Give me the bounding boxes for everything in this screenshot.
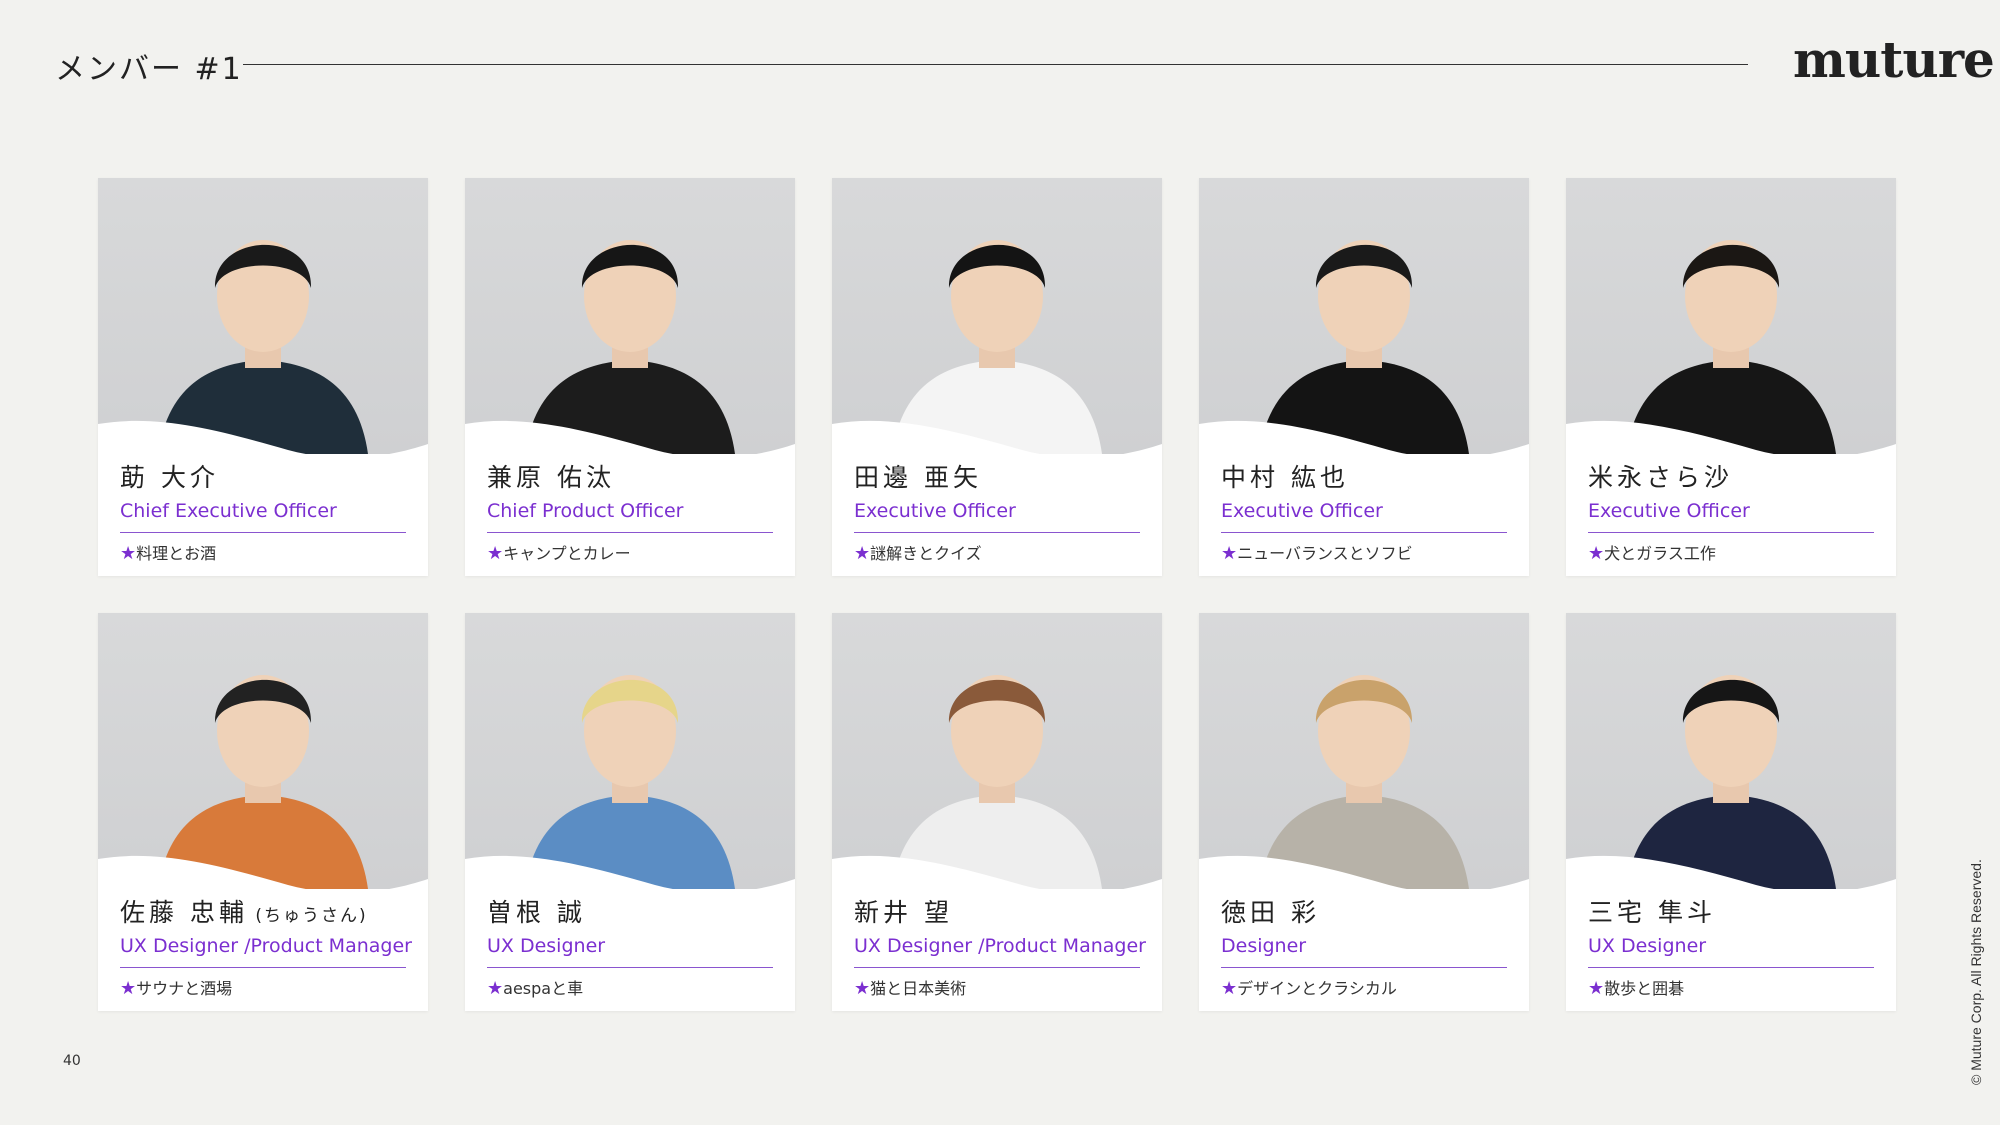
role-divider xyxy=(487,532,773,533)
member-hobby: ★デザインとクラシカル xyxy=(1221,975,1397,999)
member-name-text: 兼原 佑汰 xyxy=(487,463,615,492)
member-role: Executive Officer xyxy=(854,500,1016,522)
member-name-text: 田邊 亜矢 xyxy=(854,463,982,492)
member-role: Chief Executive Officer xyxy=(120,500,337,522)
member-name-text: 莇 大介 xyxy=(120,463,219,492)
header-divider xyxy=(243,64,1748,65)
member-role: Executive Officer xyxy=(1221,500,1383,522)
role-divider xyxy=(120,967,406,968)
member-hobby-text: 料理とお酒 xyxy=(136,544,217,563)
member-name: 新井 望 xyxy=(854,893,953,929)
member-photo xyxy=(832,613,1162,889)
member-photo xyxy=(465,613,795,889)
star-icon: ★ xyxy=(854,978,871,999)
member-hobby: ★料理とお酒 xyxy=(120,540,216,564)
member-photo xyxy=(98,178,428,454)
member-name: 田邊 亜矢 xyxy=(854,458,982,494)
member-photo xyxy=(1199,613,1529,889)
star-icon: ★ xyxy=(120,978,137,999)
member-photo xyxy=(1566,613,1896,889)
member-card: 曽根 誠 UX Designer ★aespaと車 xyxy=(465,613,795,1011)
star-icon: ★ xyxy=(854,543,871,564)
star-icon: ★ xyxy=(1221,978,1238,999)
member-role: UX Designer /Product Manager xyxy=(854,935,1146,957)
role-divider xyxy=(854,967,1140,968)
member-hobby-text: デザインとクラシカル xyxy=(1237,979,1397,998)
member-name-text: 徳田 彩 xyxy=(1221,898,1320,927)
member-hobby: ★犬とガラス工作 xyxy=(1588,540,1716,564)
member-card: 三宅 隼斗 UX Designer ★散歩と囲碁 xyxy=(1566,613,1896,1011)
role-divider xyxy=(854,532,1140,533)
member-nickname: (ちゅうさん) xyxy=(247,906,368,926)
member-name-text: 曽根 誠 xyxy=(487,898,586,927)
star-icon: ★ xyxy=(1588,543,1605,564)
member-hobby: ★aespaと車 xyxy=(487,975,583,999)
member-photo xyxy=(1199,178,1529,454)
member-name: 曽根 誠 xyxy=(487,893,586,929)
member-hobby-text: aespaと車 xyxy=(503,979,584,998)
member-hobby-text: 散歩と囲碁 xyxy=(1604,979,1685,998)
member-name: 中村 紘也 xyxy=(1221,458,1349,494)
member-photo xyxy=(98,613,428,889)
member-name-text: 三宅 隼斗 xyxy=(1588,898,1716,927)
role-divider xyxy=(1221,532,1507,533)
copyright-notice: © Muture Corp. All Rights Reserved. xyxy=(1968,859,1984,1085)
member-photo xyxy=(465,178,795,454)
member-card: 米永さら沙 Executive Officer ★犬とガラス工作 xyxy=(1566,178,1896,576)
page-number: 40 xyxy=(63,1053,81,1069)
page-title: メンバー #1 xyxy=(55,52,243,87)
member-hobby-text: 謎解きとクイズ xyxy=(870,544,982,563)
member-hobby-text: キャンプとカレー xyxy=(503,544,631,563)
member-card: 徳田 彩 Designer ★デザインとクラシカル xyxy=(1199,613,1529,1011)
member-name: 三宅 隼斗 xyxy=(1588,893,1716,929)
member-name: 徳田 彩 xyxy=(1221,893,1320,929)
member-card: 田邊 亜矢 Executive Officer ★謎解きとクイズ xyxy=(832,178,1162,576)
member-role: Designer xyxy=(1221,935,1307,957)
member-hobby-text: ニューバランスとソフビ xyxy=(1237,544,1413,563)
role-divider xyxy=(120,532,406,533)
member-name-text: 中村 紘也 xyxy=(1221,463,1349,492)
star-icon: ★ xyxy=(487,543,504,564)
member-card: 莇 大介 Chief Executive Officer ★料理とお酒 xyxy=(98,178,428,576)
member-name: 莇 大介 xyxy=(120,458,219,494)
member-hobby: ★ニューバランスとソフビ xyxy=(1221,540,1413,564)
member-name: 米永さら沙 xyxy=(1588,458,1733,494)
star-icon: ★ xyxy=(487,978,504,999)
role-divider xyxy=(1588,967,1874,968)
member-role: UX Designer /Product Manager xyxy=(120,935,412,957)
member-card: 兼原 佑汰 Chief Product Officer ★キャンプとカレー xyxy=(465,178,795,576)
member-name-text: 米永さら沙 xyxy=(1588,463,1734,492)
member-photo xyxy=(832,178,1162,454)
member-hobby: ★猫と日本美術 xyxy=(854,975,966,999)
member-hobby: ★散歩と囲碁 xyxy=(1588,975,1684,999)
member-card: 新井 望 UX Designer /Product Manager ★猫と日本美術 xyxy=(832,613,1162,1011)
role-divider xyxy=(1588,532,1874,533)
member-name-text: 新井 望 xyxy=(854,898,953,927)
member-name: 兼原 佑汰 xyxy=(487,458,615,494)
star-icon: ★ xyxy=(120,543,137,564)
role-divider xyxy=(487,967,773,968)
role-divider xyxy=(1221,967,1507,968)
member-hobby-text: 猫と日本美術 xyxy=(870,979,967,998)
member-hobby: ★サウナと酒場 xyxy=(120,975,232,999)
member-hobby-text: 犬とガラス工作 xyxy=(1604,544,1716,563)
member-hobby: ★キャンプとカレー xyxy=(487,540,631,564)
star-icon: ★ xyxy=(1221,543,1238,564)
member-name-text: 佐藤 忠輔 xyxy=(120,898,248,927)
member-name: 佐藤 忠輔 (ちゅうさん) xyxy=(120,893,368,929)
member-hobby: ★謎解きとクイズ xyxy=(854,540,982,564)
member-role: Executive Officer xyxy=(1588,500,1750,522)
star-icon: ★ xyxy=(1588,978,1605,999)
member-hobby-text: サウナと酒場 xyxy=(136,979,233,998)
member-role: Chief Product Officer xyxy=(487,500,684,522)
member-card: 佐藤 忠輔 (ちゅうさん) UX Designer /Product Manage… xyxy=(98,613,428,1011)
muture-logo: muture xyxy=(1793,30,1995,89)
member-role: UX Designer xyxy=(1588,935,1707,957)
member-card: 中村 紘也 Executive Officer ★ニューバランスとソフビ xyxy=(1199,178,1529,576)
member-role: UX Designer xyxy=(487,935,606,957)
member-photo xyxy=(1566,178,1896,454)
